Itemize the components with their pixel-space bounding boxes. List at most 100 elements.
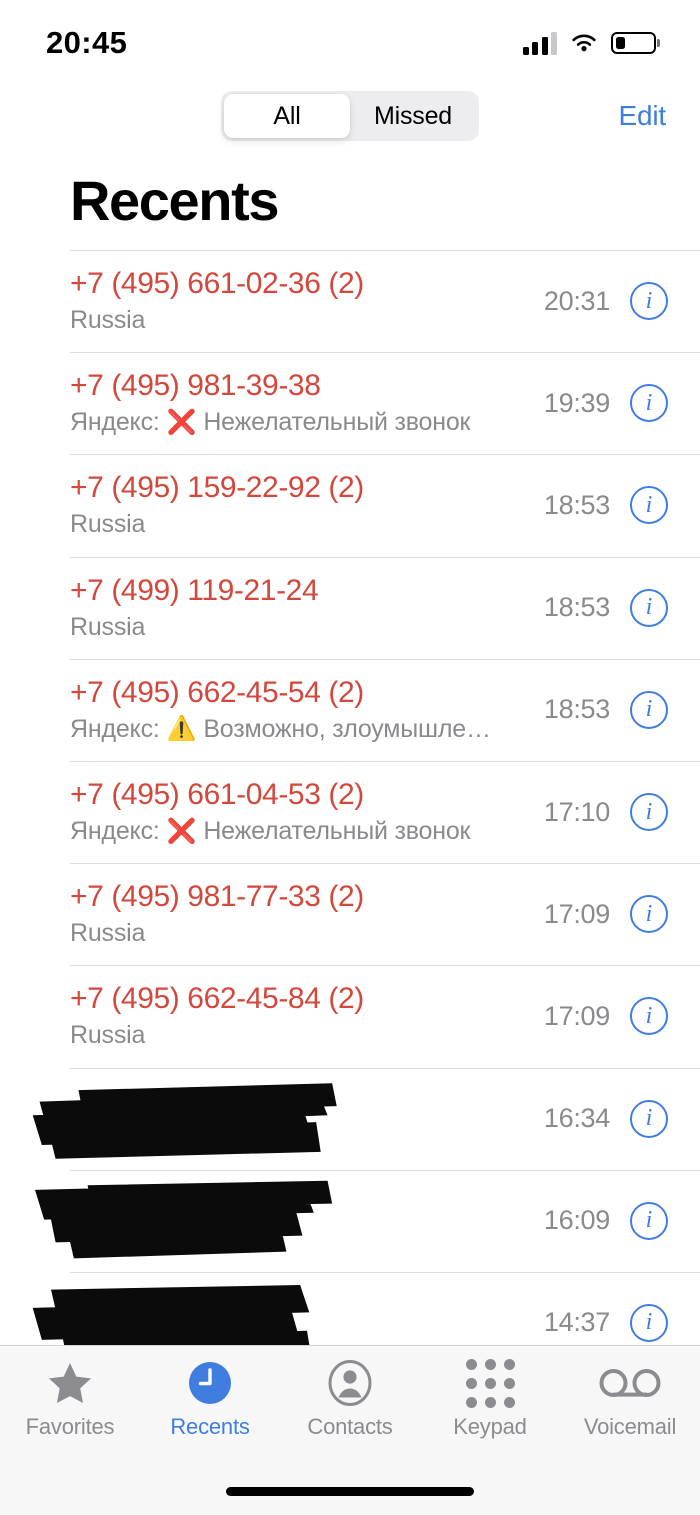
call-row[interactable]: +7 (495) 981-39-38 Яндекс: ❌ Нежелательный … (0, 352, 700, 455)
tab-recents[interactable]: Recents (140, 1360, 280, 1440)
segment-missed[interactable]: Missed (350, 94, 476, 138)
call-row-details: +7 (495) 661-02-36 (2) Russia (70, 267, 544, 335)
tab-keypad[interactable]: Keypad (420, 1358, 560, 1440)
call-info-icon[interactable]: i (630, 895, 668, 934)
call-row-details: +7 (495) 662-45-84 (2) Russia (70, 982, 544, 1050)
call-time: 18:53 (543, 694, 610, 725)
call-info-icon[interactable]: i (630, 384, 668, 423)
redacted-contact-name (22, 1081, 544, 1159)
call-row-details: +7 (495) 661-04-53 (2) Яндекс: ❌ Нежелатель… (70, 778, 544, 846)
call-info-icon[interactable]: i (630, 690, 668, 729)
call-phone-number: +7 (495) 662-45-84 (2) (70, 982, 364, 1016)
call-row[interactable]: 16:34 i (0, 1067, 700, 1170)
call-subtitle-source: Яндекс: (70, 408, 160, 437)
call-time: 18:53 (543, 489, 610, 520)
call-phone-number: +7 (495) 159-22-92 (2) (70, 471, 364, 505)
warning-triangle-icon: ⚠️ (166, 715, 197, 743)
call-row[interactable]: +7 (495) 662-45-84 (2) Russia 17:09 i (0, 965, 700, 1068)
cellular-signal-icon (522, 31, 557, 55)
call-time: 18:53 (543, 592, 610, 623)
call-row[interactable]: +7 (495) 661-02-36 (2) Russia 20:31 i (0, 250, 700, 353)
status-bar-icons (522, 31, 656, 55)
call-row[interactable]: +7 (495) 661-04-53 (2) Яндекс: ❌ Нежелатель… (0, 760, 700, 864)
recents-call-list[interactable]: +7 (495) 661-02-36 (2) Russia 20:31 i +7 (49… (0, 250, 700, 1345)
call-row[interactable]: 16:09 i (0, 1169, 700, 1272)
call-time: 16:09 (543, 1205, 610, 1236)
call-row-details: +7 (495) 981-77-33 (2) Russia (70, 880, 544, 948)
tab-label-favorites: Favorites (25, 1414, 115, 1439)
call-subtitle: Russia (70, 306, 544, 335)
calls-filter-segmented-control[interactable]: All Missed (221, 91, 479, 141)
call-time: 19:39 (543, 387, 610, 418)
person-circle-icon (328, 1360, 372, 1406)
call-time: 17:09 (543, 898, 610, 929)
call-time: 16:34 (543, 1103, 610, 1134)
call-phone-number: +7 (495) 661-02-36 (2) (70, 267, 364, 301)
call-phone-number: +7 (495) 981-39-38 (70, 369, 321, 403)
status-bar: 20:45 (0, 0, 700, 74)
star-icon (48, 1360, 92, 1406)
call-info-icon[interactable]: i (630, 588, 668, 627)
call-subtitle: Яндекс: ❌ Нежелательный звонок (70, 817, 544, 846)
call-subtitle-text: Нежелательный звонок (203, 817, 471, 846)
redacted-contact-name (22, 1180, 544, 1259)
wifi-icon (572, 34, 596, 52)
call-row[interactable]: +7 (495) 159-22-92 (2) Russia 18:53 i (0, 454, 700, 557)
tab-label-contacts: Contacts (307, 1414, 393, 1439)
call-info-icon[interactable]: i (630, 1099, 668, 1138)
call-info-icon[interactable]: i (630, 997, 668, 1036)
call-subtitle-text: Russia (70, 306, 146, 335)
call-subtitle-text: Russia (70, 510, 146, 539)
navigation-bar: All Missed Edit (0, 74, 700, 158)
call-phone-number: +7 (495) 981-77-33 (2) (70, 880, 364, 914)
clock-icon (188, 1360, 232, 1406)
call-subtitle-source: Яндекс: (70, 817, 160, 846)
tab-label-voicemail: Voicemail (583, 1414, 677, 1439)
tab-voicemail[interactable]: Voicemail (560, 1360, 700, 1440)
call-row[interactable]: 14:37 i (0, 1271, 700, 1345)
call-phone-number: +7 (495) 661-04-53 (2) (70, 778, 364, 812)
home-indicator-area (0, 1467, 700, 1515)
call-row[interactable]: +7 (499) 119-21-24 Russia 18:53 i (0, 556, 700, 659)
call-subtitle-text: Возможно, злоумышле… (203, 714, 491, 743)
call-time: 14:37 (543, 1307, 610, 1338)
call-time: 17:10 (543, 796, 610, 827)
call-info-icon[interactable]: i (630, 486, 668, 525)
battery-icon (611, 32, 656, 54)
call-subtitle-source: Яндекс: (70, 714, 160, 743)
call-info-icon[interactable]: i (630, 1303, 668, 1342)
call-info-icon[interactable]: i (630, 282, 668, 321)
cross-mark-icon: ❌ (166, 817, 197, 845)
segment-all[interactable]: All (224, 94, 350, 138)
call-row[interactable]: +7 (495) 981-77-33 (2) Russia 17:09 i (0, 863, 700, 966)
call-subtitle: Russia (70, 510, 544, 539)
call-row-details: +7 (495) 662-45-54 (2) Яндекс: ⚠️ Возможно,… (70, 676, 544, 744)
keypad-dots-icon (465, 1358, 515, 1408)
call-info-icon[interactable]: i (630, 1201, 668, 1240)
voicemail-icon (599, 1360, 661, 1406)
call-subtitle: Russia (70, 1021, 544, 1050)
redacted-contact-name (22, 1284, 544, 1345)
call-subtitle: Russia (70, 919, 544, 948)
tab-contacts[interactable]: Contacts (280, 1360, 420, 1440)
call-subtitle: Russia (70, 613, 544, 642)
cross-mark-icon: ❌ (166, 408, 197, 436)
call-subtitle-text: Russia (70, 612, 146, 641)
call-subtitle-text: Нежелательный звонок (203, 408, 471, 437)
page-title: Recents (70, 168, 279, 232)
call-subtitle-text: Russia (70, 919, 146, 948)
tab-bar: Favorites Recents Contacts Keypad Voicem… (0, 1345, 700, 1467)
call-subtitle-text: Russia (70, 1021, 146, 1050)
call-row-details: +7 (499) 119-21-24 Russia (70, 574, 544, 642)
edit-button[interactable]: Edit (619, 100, 667, 132)
call-row-details: +7 (495) 159-22-92 (2) Russia (70, 471, 544, 539)
tab-favorites[interactable]: Favorites (0, 1360, 140, 1440)
call-row[interactable]: +7 (495) 662-45-54 (2) Яндекс: ⚠️ Возможно,… (0, 658, 700, 761)
call-subtitle: Яндекс: ❌ Нежелательный звонок (70, 408, 544, 437)
call-phone-number: +7 (495) 662-45-54 (2) (70, 675, 364, 709)
tab-label-keypad: Keypad (453, 1414, 527, 1439)
call-time: 17:09 (543, 1000, 610, 1031)
phone-app-screen: 20:45 All Missed Edit Recents +7 (495) 6… (0, 0, 700, 1515)
call-info-icon[interactable]: i (630, 793, 668, 832)
home-indicator[interactable] (226, 1486, 474, 1496)
